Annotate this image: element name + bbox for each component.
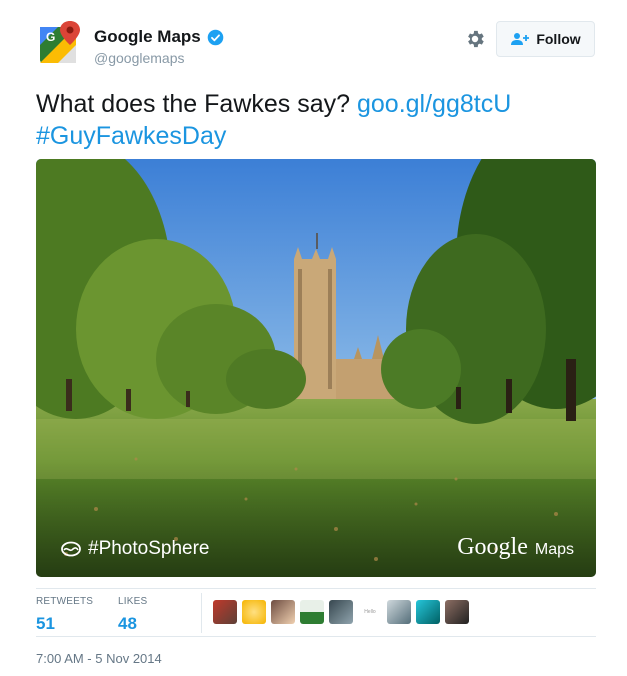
retweets-count[interactable]: 51 <box>36 614 93 634</box>
liker-avatar[interactable] <box>242 600 266 624</box>
liker-avatar[interactable] <box>213 600 237 624</box>
retweets-label: RETWEETS <box>36 596 94 607</box>
google-maps-logo-icon[interactable]: G <box>36 19 84 67</box>
likes-stat[interactable]: LIKES 48 <box>118 596 147 634</box>
follow-button[interactable]: Follow <box>496 21 595 57</box>
user-name[interactable]: Google Maps <box>94 27 224 47</box>
photosphere-tag: #PhotoSphere <box>60 538 210 560</box>
liker-avatar[interactable] <box>300 600 324 624</box>
tweet-text: What does the Fawkes say? goo.gl/gg8tcU … <box>36 88 596 152</box>
liker-avatar[interactable] <box>387 600 411 624</box>
add-person-icon <box>511 33 530 45</box>
watermark-product: Maps <box>534 541 574 558</box>
divider-bottom <box>36 636 596 637</box>
likes-count[interactable]: 48 <box>118 614 147 634</box>
divider-top <box>36 588 596 589</box>
svg-text:G: G <box>46 30 55 44</box>
tweet-link[interactable]: goo.gl/gg8tcU <box>357 90 511 118</box>
liker-avatar[interactable]: Hello <box>358 600 382 624</box>
liker-avatar[interactable] <box>271 600 295 624</box>
liker-avatar[interactable] <box>445 600 469 624</box>
liker-avatars: Hello <box>213 600 474 624</box>
retweets-stat[interactable]: RETWEETS 51 <box>36 596 93 634</box>
hashtag-link[interactable]: #GuyFawkesDay <box>36 122 226 150</box>
verified-badge-icon <box>207 29 224 45</box>
park-photo-illustration <box>36 159 596 577</box>
stats-separator <box>201 593 202 633</box>
liker-avatar[interactable] <box>329 600 353 624</box>
tweet-photo[interactable]: #PhotoSphere Google Maps <box>36 159 596 577</box>
tweet-card: G Google Maps @googlemaps Follow What do… <box>0 0 627 676</box>
photosphere-icon <box>61 541 81 557</box>
user-name-text[interactable]: Google Maps <box>94 27 201 47</box>
liker-avatar[interactable] <box>416 600 440 624</box>
liker-avatar-text: Hello <box>364 609 376 615</box>
gear-icon[interactable] <box>464 28 486 50</box>
likes-label: LIKES <box>118 596 148 607</box>
tweet-timestamp[interactable]: 7:00 AM - 5 Nov 2014 <box>36 651 162 666</box>
tweet-body: What does the Fawkes say? <box>36 90 351 118</box>
photosphere-label: #PhotoSphere <box>88 538 210 559</box>
google-maps-watermark: Google Maps <box>457 534 574 561</box>
follow-label: Follow <box>536 31 581 47</box>
user-handle[interactable]: @googlemaps <box>94 50 185 66</box>
watermark-brand: Google <box>457 534 528 560</box>
